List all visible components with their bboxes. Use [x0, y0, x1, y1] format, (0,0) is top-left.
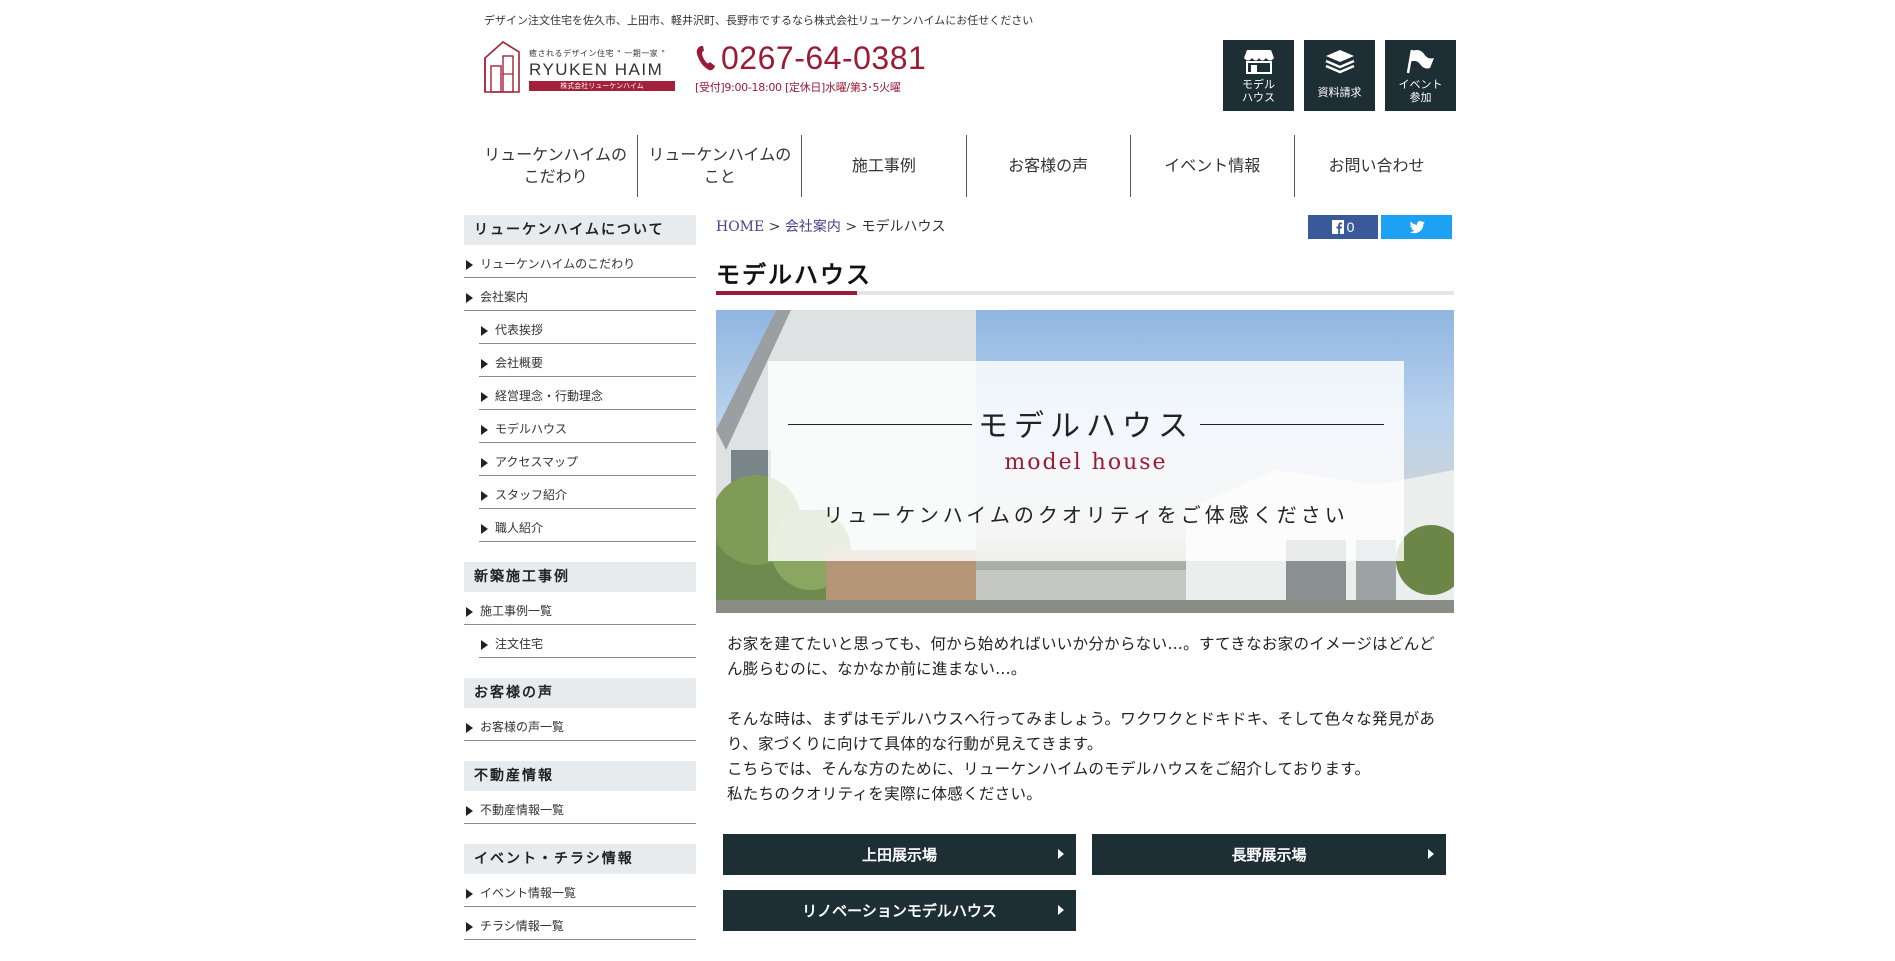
arrow-right-icon: [1058, 905, 1064, 915]
arrow-right-icon: [1428, 849, 1434, 859]
brochure-label: 資料請求: [1317, 86, 1362, 99]
triangle-right-icon: [466, 723, 473, 733]
hero-banner: モデルハウス model house リューケンハイムのクオリティをご体感くださ…: [716, 310, 1454, 613]
triangle-right-icon: [466, 806, 473, 816]
sidebar-item-philosophy[interactable]: 経営理念・行動理念: [479, 377, 696, 410]
facebook-count: 0: [1346, 219, 1355, 235]
logo-catchphrase: 癒されるデザイン住宅 " 一期一家 ": [529, 49, 666, 58]
model-house-button[interactable]: モデル ハウス: [1223, 40, 1294, 111]
breadcrumb-parent[interactable]: 会社案内: [785, 219, 841, 235]
nav-item-works[interactable]: 施工事例: [802, 135, 967, 197]
ueda-showroom-label: 上田展示場: [861, 846, 937, 864]
arrow-right-icon: [1058, 849, 1064, 859]
logo-company: 株式会社リューケンハイム: [529, 81, 675, 91]
hero-text-box: モデルハウス model house リューケンハイムのクオリティをご体感くださ…: [768, 361, 1404, 561]
triangle-right-icon: [481, 392, 488, 402]
nagano-showroom-label: 長野展示場: [1231, 846, 1307, 864]
hero-caption: リューケンハイムのクオリティをご体感ください: [823, 503, 1349, 527]
nav-item-contact[interactable]: お問い合わせ: [1295, 135, 1458, 197]
nav-item-about[interactable]: リューケンハイムの こと: [638, 135, 803, 197]
global-nav: リューケンハイムの こだわり リューケンハイムの こと 施工事例 お客様の声 イベン…: [474, 135, 1458, 197]
sidebar-item-greeting[interactable]: 代表挨拶: [479, 311, 696, 344]
sidebar-item-voice-list[interactable]: お客様の声一覧: [464, 708, 696, 741]
store-icon: [1243, 50, 1274, 74]
phone-icon: [696, 46, 715, 71]
event-join-button[interactable]: イベント 参加: [1385, 40, 1456, 111]
phone-number: 0267-64-0381: [721, 40, 927, 76]
facebook-share-button[interactable]: 0: [1308, 215, 1378, 239]
sidebar-item-flyer-list[interactable]: チラシ情報一覧: [464, 907, 696, 940]
triangle-right-icon: [481, 640, 488, 650]
nagano-showroom-button[interactable]: 長野展示場: [1092, 834, 1446, 875]
sidebar-item-craftsmen[interactable]: 職人紹介: [479, 509, 696, 542]
sidebar-item-works-list[interactable]: 施工事例一覧: [464, 592, 696, 625]
triangle-right-icon: [466, 293, 473, 303]
sidebar-heading-works: 新築施工事例: [464, 562, 696, 592]
nav-item-voice[interactable]: お客様の声: [967, 135, 1131, 197]
sidebar-item-event-list[interactable]: イベント情報一覧: [464, 874, 696, 907]
phone-block[interactable]: 0267-64-0381 [受付]9:00-18:00 [定休日]水曜/第3･5…: [695, 42, 926, 95]
intro-paragraph-1: お家を建てたいと思っても、何から始めればいいか分からない…。すてきなお家のイメー…: [727, 635, 1435, 678]
twitter-share-button[interactable]: [1381, 215, 1452, 239]
breadcrumb-home[interactable]: HOME: [716, 219, 764, 235]
sidebar-item-estate-list[interactable]: 不動産情報一覧: [464, 791, 696, 824]
title-underline: [716, 291, 1454, 295]
renovation-model-house-label: リノベーションモデルハウス: [802, 902, 997, 920]
triangle-right-icon: [466, 607, 473, 617]
sidebar-item-company[interactable]: 会社案内: [464, 278, 696, 311]
sidebar-heading-voice: お客様の声: [464, 678, 696, 708]
breadcrumb-sep: >: [768, 219, 781, 235]
triangle-right-icon: [481, 458, 488, 468]
renovation-model-house-button[interactable]: リノベーションモデルハウス: [723, 890, 1076, 931]
sidebar-heading-event: イベント・チラシ情報: [464, 844, 696, 874]
logo-name: RYUKEN HAIM: [529, 60, 664, 79]
brochure-request-button[interactable]: 資料請求: [1304, 40, 1375, 111]
twitter-icon: [1409, 220, 1425, 233]
sidebar-item-custom-house[interactable]: 注文住宅: [479, 625, 696, 658]
intro-text: お家を建てたいと思っても、何から始めればいいか分からない…。すてきなお家のイメー…: [727, 632, 1447, 807]
sidebar-heading-estate: 不動産情報: [464, 761, 696, 791]
intro-paragraph-2: そんな時は、まずはモデルハウスへ行ってみましょう。ワクワクとドキドキ、そして色々…: [727, 710, 1436, 753]
breadcrumb-current: モデルハウス: [861, 219, 946, 235]
sidebar-item-model-house[interactable]: モデルハウス: [479, 410, 696, 443]
business-hours: [受付]9:00-18:00 [定休日]水曜/第3･5火曜: [695, 81, 901, 94]
facebook-icon: [1331, 220, 1344, 234]
sidebar-item-overview[interactable]: 会社概要: [479, 344, 696, 377]
site-logo[interactable]: 癒されるデザイン住宅 " 一期一家 " RYUKEN HAIM 株式会社リューケ…: [481, 38, 677, 94]
intro-paragraph-3: こちらでは、そんな方のために、リューケンハイムのモデルハウスをご紹介しております…: [727, 760, 1371, 778]
event-label-1: イベント: [1398, 78, 1443, 91]
flag-icon: [1406, 49, 1434, 74]
triangle-right-icon: [466, 889, 473, 899]
site-tagline: デザイン注文住宅を佐久市、上田市、軽井沢町、長野市でするなら株式会社リューケンハ…: [484, 14, 1034, 27]
triangle-right-icon: [481, 359, 488, 369]
breadcrumb-sep: >: [845, 219, 858, 235]
logo-mark-icon: [484, 41, 520, 93]
sidebar: リューケンハイムについて リューケンハイムのこだわり 会社案内 代表挨拶 会社概…: [464, 215, 696, 940]
hero-title: モデルハウス: [978, 409, 1194, 444]
triangle-right-icon: [466, 260, 473, 270]
ueda-showroom-button[interactable]: 上田展示場: [723, 834, 1076, 875]
breadcrumb: HOME > 会社案内 > モデルハウス: [716, 216, 946, 236]
triangle-right-icon: [466, 922, 473, 932]
model-house-label-1: モデル: [1242, 78, 1275, 91]
triangle-right-icon: [481, 491, 488, 501]
event-label-2: 参加: [1409, 91, 1432, 104]
sidebar-item-access[interactable]: アクセスマップ: [479, 443, 696, 476]
model-house-label-2: ハウス: [1242, 91, 1275, 104]
hero-subtitle: model house: [1004, 450, 1168, 475]
nav-item-kodawari[interactable]: リューケンハイムの こだわり: [474, 135, 639, 197]
documents-icon: [1325, 50, 1354, 74]
nav-item-events[interactable]: イベント情報: [1131, 135, 1295, 197]
sidebar-item-staff[interactable]: スタッフ紹介: [479, 476, 696, 509]
sidebar-heading-about: リューケンハイムについて: [464, 215, 696, 245]
triangle-right-icon: [481, 425, 488, 435]
triangle-right-icon: [481, 326, 488, 336]
intro-paragraph-4: 私たちのクオリティを実際に体感ください。: [727, 785, 1043, 803]
triangle-right-icon: [481, 524, 488, 534]
sidebar-item-kodawari[interactable]: リューケンハイムのこだわり: [464, 245, 696, 278]
page-title: モデルハウス: [716, 260, 872, 289]
